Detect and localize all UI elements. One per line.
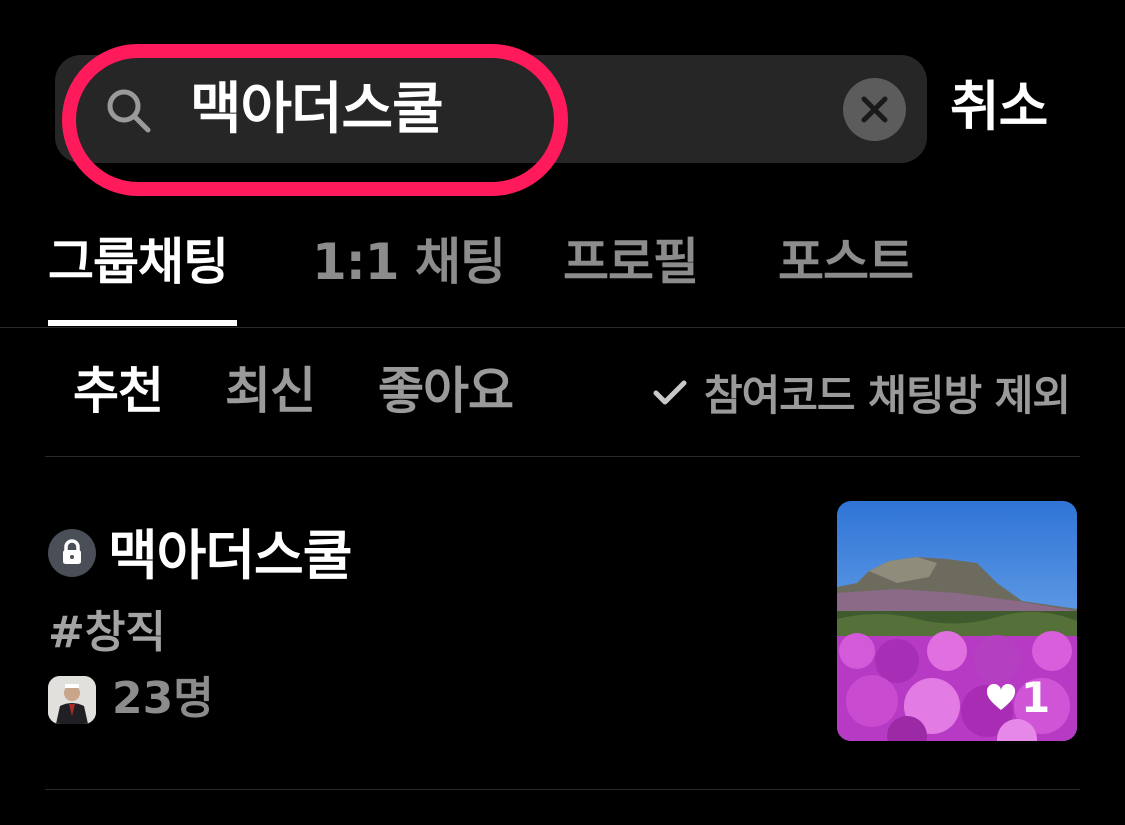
exclude-code-rooms-toggle[interactable]: 참여코드 채팅방 제외 (650, 358, 1071, 426)
like-badge: 1 (985, 672, 1050, 724)
check-icon (653, 380, 687, 405)
tab-one-to-one-chat[interactable]: 1:1 채팅 (312, 222, 506, 302)
tab-group-chat[interactable]: 그룹채팅 (48, 222, 229, 302)
chatroom-title[interactable]: 맥아더스쿨 (108, 518, 352, 594)
like-count: 1 (1021, 673, 1051, 722)
category-tabs: 그룹채팅 1:1 채팅 프로필 포스트 (0, 210, 1125, 328)
sort-likes[interactable]: 좋아요 (378, 355, 514, 427)
clear-search-button[interactable] (843, 78, 906, 141)
search-bar[interactable] (55, 55, 927, 163)
tab-profile[interactable]: 프로필 (563, 222, 699, 302)
cancel-button[interactable]: 취소 (950, 70, 1048, 144)
result-divider (45, 789, 1080, 790)
sort-latest[interactable]: 최신 (225, 355, 316, 427)
search-icon (107, 89, 151, 133)
search-input[interactable]: 맥아더스쿨 (190, 70, 444, 150)
exclude-filter-label: 참여코드 채팅방 제외 (704, 370, 1071, 420)
active-tab-indicator (48, 320, 237, 326)
sort-recommended[interactable]: 추천 (73, 355, 164, 427)
tab-post[interactable]: 포스트 (778, 222, 914, 302)
chatroom-tag: #창직 (48, 607, 166, 658)
member-count: 23명 (112, 673, 214, 724)
avatar (48, 676, 96, 724)
lock-icon (48, 529, 96, 577)
close-icon (861, 96, 888, 123)
tabs-divider (0, 327, 1125, 328)
heart-icon (986, 683, 1016, 710)
